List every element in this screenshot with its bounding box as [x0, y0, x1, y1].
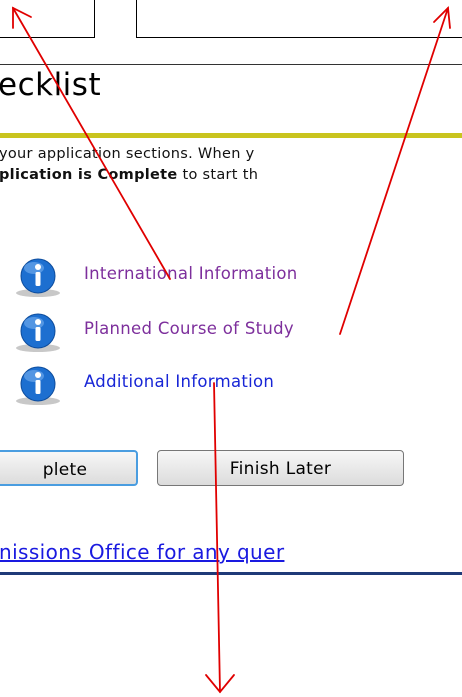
info-icon: [16, 258, 60, 297]
instructions-line-2: plication is Complete to start th: [0, 167, 258, 183]
checklist-item-international[interactable]: International Information: [0, 258, 460, 298]
contact-admissions-link[interactable]: nissions Office for any quer: [0, 540, 284, 564]
instructions-bold-text: plication is Complete: [0, 167, 178, 183]
accent-divider: [0, 133, 462, 138]
title-bar: ecklist: [0, 64, 462, 109]
planned-course-of-study-link[interactable]: Planned Course of Study: [84, 319, 294, 338]
info-icon: [16, 313, 60, 352]
finish-later-button[interactable]: Finish Later: [157, 450, 404, 486]
arrow-to-left-box: [12, 7, 171, 280]
instructions-rest-text: to start th: [177, 167, 259, 183]
arrow-to-bottom: [213, 382, 221, 693]
additional-information-link[interactable]: Additional Information: [84, 372, 274, 391]
footer-divider: [0, 572, 462, 575]
info-icon: [16, 366, 60, 405]
top-right-box: [136, 0, 462, 38]
checklist-item-additional[interactable]: Additional Information: [0, 366, 460, 406]
checklist-item-course[interactable]: Planned Course of Study: [0, 313, 460, 353]
top-left-box: [0, 0, 95, 38]
international-information-link[interactable]: International Information: [84, 264, 298, 283]
page-title: ecklist: [0, 67, 102, 103]
application-complete-button[interactable]: plete: [0, 450, 138, 486]
instructions-line-1: your application sections. When y: [0, 146, 255, 162]
